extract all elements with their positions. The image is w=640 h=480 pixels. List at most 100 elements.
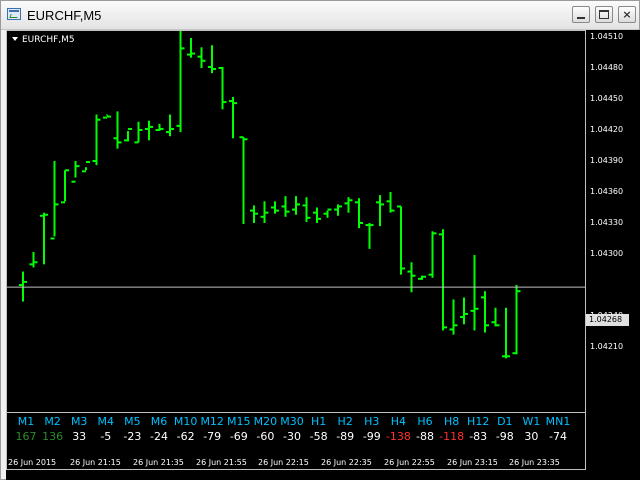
timeframe-label: M4 bbox=[97, 415, 115, 428]
time-tick-label: 26 Jun 23:35 bbox=[509, 458, 560, 467]
timeframe-label: H8 bbox=[443, 415, 460, 428]
price-tick-label: 1.04510 bbox=[590, 32, 624, 41]
ohlc-bar bbox=[260, 201, 269, 223]
timeframe-value: -5 bbox=[100, 430, 112, 443]
ohlc-bar bbox=[344, 197, 353, 213]
timeframe-value: -89 bbox=[336, 430, 355, 443]
timeframe-label: M2 bbox=[44, 415, 61, 428]
timeframe-label: H12 bbox=[467, 415, 490, 428]
ohlc-bar bbox=[239, 136, 248, 225]
ohlc-bar bbox=[449, 299, 458, 335]
ohlc-bar bbox=[439, 229, 447, 331]
time-tick-label: 26 Jun 2015 bbox=[8, 458, 57, 467]
ohlc-bar bbox=[281, 196, 290, 217]
ohlc-bar bbox=[71, 161, 80, 183]
ohlc-bar bbox=[218, 66, 227, 110]
window-title: EURCHF,M5 bbox=[27, 8, 102, 23]
ohlc-bar bbox=[302, 197, 311, 222]
ohlc-bar bbox=[155, 123, 164, 132]
timeframe-value: -69 bbox=[229, 430, 248, 443]
timeframe-label: MN1 bbox=[545, 415, 571, 428]
timeframe-label: M15 bbox=[227, 415, 251, 428]
ohlc-bar bbox=[292, 196, 300, 215]
ohlc-bar bbox=[197, 47, 206, 68]
price-tick-label: 1.04210 bbox=[590, 342, 624, 351]
timeframe-value: -23 bbox=[123, 430, 142, 443]
ohlc-bar bbox=[323, 208, 332, 218]
timeframe-label: M30 bbox=[280, 415, 304, 428]
timeframe-value: -74 bbox=[549, 430, 567, 443]
ohlc-bar bbox=[365, 223, 374, 249]
ohlc-bar bbox=[428, 231, 437, 278]
dropdown-arrow-icon bbox=[12, 37, 18, 41]
ohlc-bar bbox=[82, 161, 90, 173]
ohlc-bar bbox=[386, 192, 395, 213]
timeframe-label: H1 bbox=[310, 415, 327, 428]
timeframe-label: M20 bbox=[253, 415, 278, 428]
time-tick-label: 26 Jun 21:15 bbox=[70, 458, 121, 467]
close-button[interactable]: × bbox=[618, 6, 636, 23]
price-tick-label: 1.04330 bbox=[590, 218, 624, 227]
ohlc-bar bbox=[376, 195, 384, 227]
current-price-tag: 1.04268 bbox=[586, 314, 629, 326]
ohlc-bar bbox=[29, 251, 38, 268]
timeframe-value: -118 bbox=[439, 430, 465, 443]
ohlc-bar bbox=[502, 307, 510, 359]
ohlc-bar bbox=[92, 114, 101, 166]
timeframe-label: W1 bbox=[522, 415, 541, 428]
ohlc-bar bbox=[229, 96, 237, 139]
ohlc-bar bbox=[19, 271, 27, 302]
ohlc-bar bbox=[145, 120, 153, 141]
price-tick-label: 1.04390 bbox=[590, 156, 624, 165]
time-axis[interactable] bbox=[6, 470, 640, 480]
timeframe-label: M6 bbox=[150, 415, 168, 428]
timeframe-value: -60 bbox=[256, 430, 275, 443]
timeframe-label: H6 bbox=[417, 415, 433, 428]
maximize-button[interactable] bbox=[595, 6, 613, 23]
timeframe-value: 167 bbox=[15, 430, 37, 443]
ohlc-bar bbox=[460, 297, 468, 325]
timeframe-value: 30 bbox=[524, 430, 539, 443]
ohlc-bar bbox=[103, 114, 111, 119]
timeframe-label: M5 bbox=[124, 415, 141, 428]
time-tick-label: 26 Jun 22:55 bbox=[384, 458, 435, 467]
time-tick-label: 26 Jun 21:35 bbox=[133, 458, 184, 467]
ohlc-bar bbox=[271, 201, 279, 214]
ohlc-bar bbox=[166, 114, 174, 137]
timeframe-value: 136 bbox=[42, 430, 64, 443]
ohlc-bar bbox=[407, 262, 416, 293]
timeframe-value: -83 bbox=[469, 430, 488, 443]
timeframe-value: -79 bbox=[203, 430, 222, 443]
timeframe-value: -138 bbox=[385, 430, 411, 443]
price-tick-label: 1.04300 bbox=[590, 249, 624, 258]
ohlc-bar bbox=[250, 205, 258, 223]
ohlc-bar bbox=[208, 45, 216, 74]
timeframe-label: M12 bbox=[200, 415, 224, 428]
minimize-button[interactable] bbox=[572, 6, 590, 23]
time-tick-label: 26 Jun 23:15 bbox=[447, 458, 498, 467]
ohlc-bar bbox=[61, 169, 69, 204]
ohlc-bar bbox=[50, 161, 59, 240]
title-bar[interactable]: EURCHF,M5 × bbox=[1, 1, 639, 30]
chart-symbol-label: EURCHF,M5 bbox=[12, 35, 75, 45]
timeframe-label: M3 bbox=[70, 415, 88, 428]
price-tick-label: 1.04420 bbox=[590, 125, 624, 134]
price-tick-label: 1.04450 bbox=[590, 94, 624, 103]
timeframe-label: M10 bbox=[173, 415, 198, 428]
ohlc-bar bbox=[491, 307, 500, 327]
timeframe-label: H2 bbox=[337, 415, 353, 428]
ohlc-bar bbox=[124, 127, 132, 142]
ohlc-bar bbox=[113, 111, 122, 149]
timeframe-value: 33 bbox=[72, 430, 87, 443]
ohlc-bar bbox=[512, 285, 521, 355]
timeframe-value: -58 bbox=[309, 430, 328, 443]
timeframe-label: H4 bbox=[390, 415, 407, 428]
timeframe-value: -30 bbox=[283, 430, 301, 443]
ohlc-bar bbox=[481, 291, 489, 333]
time-tick-label: 26 Jun 21:55 bbox=[196, 458, 247, 467]
ohlc-bar bbox=[176, 30, 185, 133]
ohlc-bar bbox=[397, 205, 405, 275]
chart-area[interactable] bbox=[6, 30, 586, 470]
price-chart bbox=[6, 30, 586, 359]
ohlc-bar bbox=[470, 255, 479, 331]
